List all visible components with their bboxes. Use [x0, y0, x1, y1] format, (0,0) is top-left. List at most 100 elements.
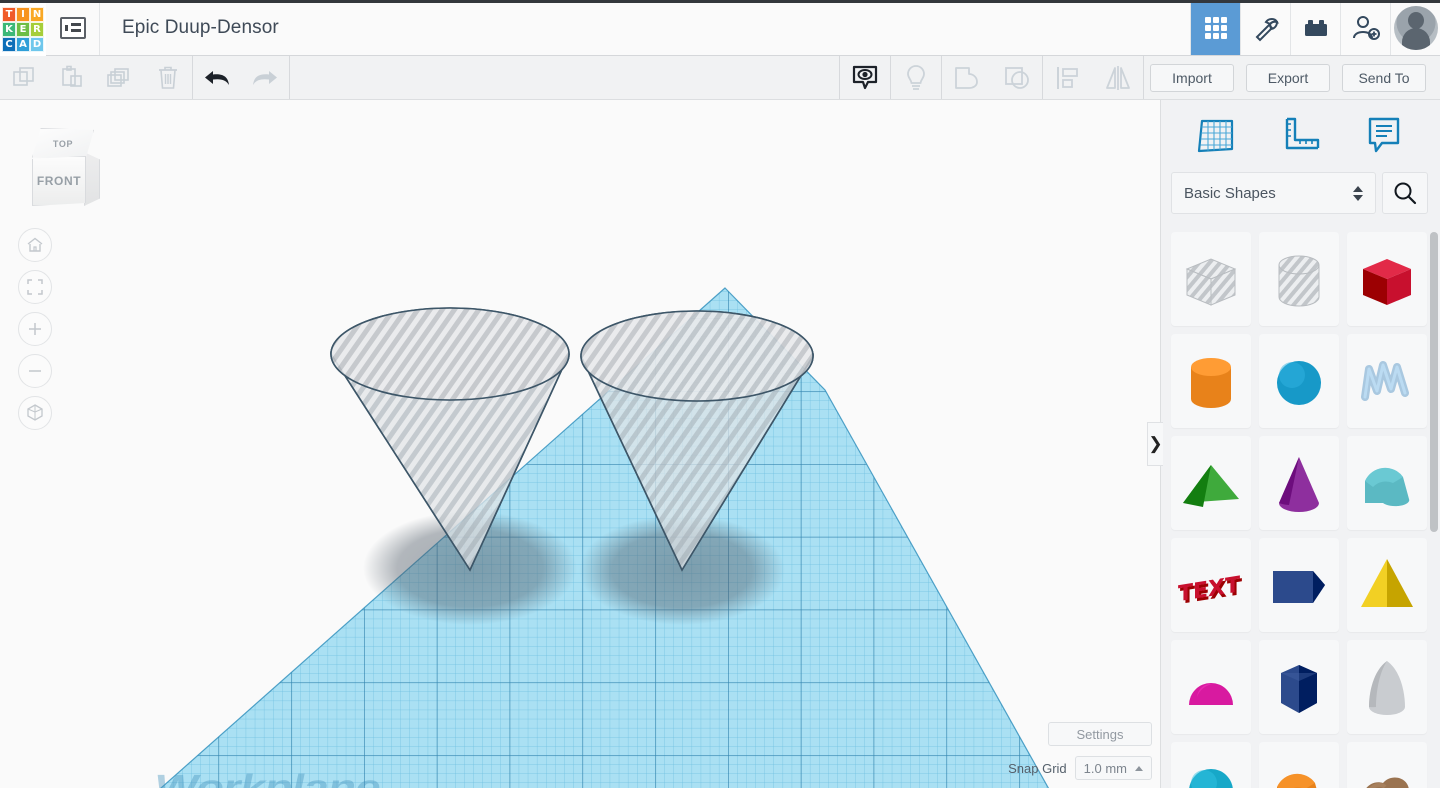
ruler-tool-button[interactable] [1268, 110, 1332, 162]
minecraft-button[interactable] [1240, 0, 1290, 55]
workplane-tool-button[interactable] [1185, 110, 1249, 162]
mirror-button[interactable] [1093, 56, 1143, 99]
search-icon [1394, 182, 1417, 205]
shape-polygon[interactable] [1259, 640, 1339, 734]
zoom-out-icon [29, 370, 41, 372]
panel-tool-tabs [1161, 100, 1440, 172]
shape-pyramid[interactable] [1347, 538, 1427, 632]
delete-button[interactable] [144, 56, 192, 99]
shape-roof[interactable] [1347, 436, 1427, 530]
shape-box-hole[interactable] [1171, 232, 1251, 326]
top-icon-group [1190, 0, 1440, 55]
pickaxe-icon [1255, 17, 1279, 41]
trash-icon [159, 66, 177, 89]
shape-text-thumb: TEXT TEXT [1178, 572, 1242, 610]
paste-button[interactable] [48, 56, 96, 99]
fit-to-view-button[interactable] [18, 270, 52, 304]
shape-round-roof-thumb [1277, 773, 1317, 788]
spinner-icon [1353, 185, 1363, 201]
top-bar: TINKERCAD Epic Duup-Densor [0, 0, 1440, 56]
shape-paraboloid[interactable] [1347, 640, 1427, 734]
shape-library-grid[interactable]: TEXT TEXT [1161, 232, 1440, 788]
shape-half-sphere[interactable] [1171, 640, 1251, 734]
view-cube-top-face[interactable]: TOP [32, 128, 94, 160]
shape-round-roof[interactable] [1259, 742, 1339, 788]
light-button[interactable] [891, 56, 941, 99]
show-hide-button[interactable] [840, 56, 890, 99]
ungroup-button[interactable] [992, 56, 1042, 99]
3d-canvas[interactable]: Workplane TOP FRONT Settings Snap Grid 1… [0, 100, 1160, 788]
shape-blob[interactable] [1347, 742, 1427, 788]
settings-button[interactable]: Settings [1048, 722, 1152, 746]
avatar [1393, 5, 1438, 50]
shape-category-value: Basic Shapes [1184, 184, 1276, 202]
shape-cylinder-thumb [1191, 358, 1231, 408]
panel-scrollbar-thumb[interactable] [1430, 232, 1438, 532]
shape-wedge[interactable] [1171, 436, 1251, 530]
blocks-button[interactable] [1290, 0, 1340, 55]
account-button[interactable] [1390, 0, 1440, 55]
shape-text[interactable]: TEXT TEXT [1171, 538, 1251, 632]
page-title: Epic Duup-Densor [122, 16, 279, 38]
transfer-buttons: Import Export Send To [1144, 56, 1440, 99]
view-cube-top-label: TOP [52, 139, 74, 149]
note-tool-icon [1368, 117, 1400, 153]
panel-scrollbar[interactable] [1430, 232, 1438, 788]
home-view-button[interactable] [18, 228, 52, 262]
copy-button[interactable] [0, 56, 48, 99]
undo-icon [205, 70, 229, 85]
logo-tile-e: E [16, 21, 30, 37]
paste-icon [62, 65, 82, 87]
shape-sphere-cyan[interactable] [1171, 742, 1251, 788]
zoom-out-button[interactable] [18, 354, 52, 388]
shape-category-select[interactable]: Basic Shapes [1171, 172, 1376, 214]
shape-category-row: Basic Shapes [1161, 172, 1440, 214]
shape-sphere[interactable] [1259, 334, 1339, 428]
tinkercad-logo[interactable]: TINKERCAD [0, 0, 46, 56]
edit-toolbar: Import Export Send To [0, 56, 1440, 100]
duplicate-icon [107, 67, 129, 87]
redo-button[interactable] [241, 56, 289, 99]
logo-tile-a: A [16, 36, 30, 52]
zoom-in-button[interactable] [18, 312, 52, 346]
shape-box-hole-thumb [1185, 258, 1237, 306]
shape-box[interactable] [1347, 232, 1427, 326]
ortho-perspective-button[interactable] [18, 396, 52, 430]
snap-grid-select[interactable]: 1.0 mm [1074, 756, 1152, 780]
send-to-button[interactable]: Send To [1342, 63, 1426, 92]
align-icon [1057, 66, 1078, 89]
duplicate-button[interactable] [96, 56, 144, 99]
group-button[interactable] [942, 56, 992, 99]
apps-grid-icon [1204, 16, 1227, 39]
align-button[interactable] [1043, 56, 1093, 99]
undo-button[interactable] [193, 56, 241, 99]
view-cube[interactable]: TOP FRONT [22, 120, 106, 216]
snap-grid-label: Snap Grid [1008, 760, 1067, 776]
shape-blob-thumb [1366, 777, 1409, 788]
logo-tile-d: D [30, 36, 44, 52]
shape-wedge-blue-thumb [1273, 571, 1325, 603]
logo-tile-r: R [30, 21, 44, 37]
shape-polygon-thumb [1281, 665, 1317, 713]
snap-grid-value: 1.0 mm [1083, 760, 1127, 776]
shape-half-sphere-thumb [1189, 683, 1233, 705]
export-button[interactable]: Export [1246, 63, 1330, 92]
view-cube-front-face[interactable]: FRONT [32, 156, 86, 206]
project-menu-button[interactable] [46, 0, 100, 55]
invite-button[interactable] [1340, 0, 1390, 55]
shape-cylinder[interactable] [1171, 334, 1251, 428]
view-cube-front-label: FRONT [36, 174, 82, 188]
apps-grid-button[interactable] [1190, 0, 1240, 55]
show-hide-eye-icon [852, 65, 878, 89]
group-icon [955, 66, 978, 89]
lego-brick-icon [1304, 19, 1327, 36]
shape-search-button[interactable] [1382, 172, 1428, 214]
shape-scribble[interactable] [1347, 334, 1427, 428]
shape-cylinder-hole[interactable] [1259, 232, 1339, 326]
import-button[interactable]: Import [1150, 63, 1234, 92]
shape-cone[interactable] [1259, 436, 1339, 530]
view-cube-side-face[interactable] [84, 152, 100, 206]
shape-sphere-thumb [1277, 361, 1321, 405]
note-tool-button[interactable] [1352, 110, 1416, 162]
shape-wedge-blue[interactable] [1259, 538, 1339, 632]
